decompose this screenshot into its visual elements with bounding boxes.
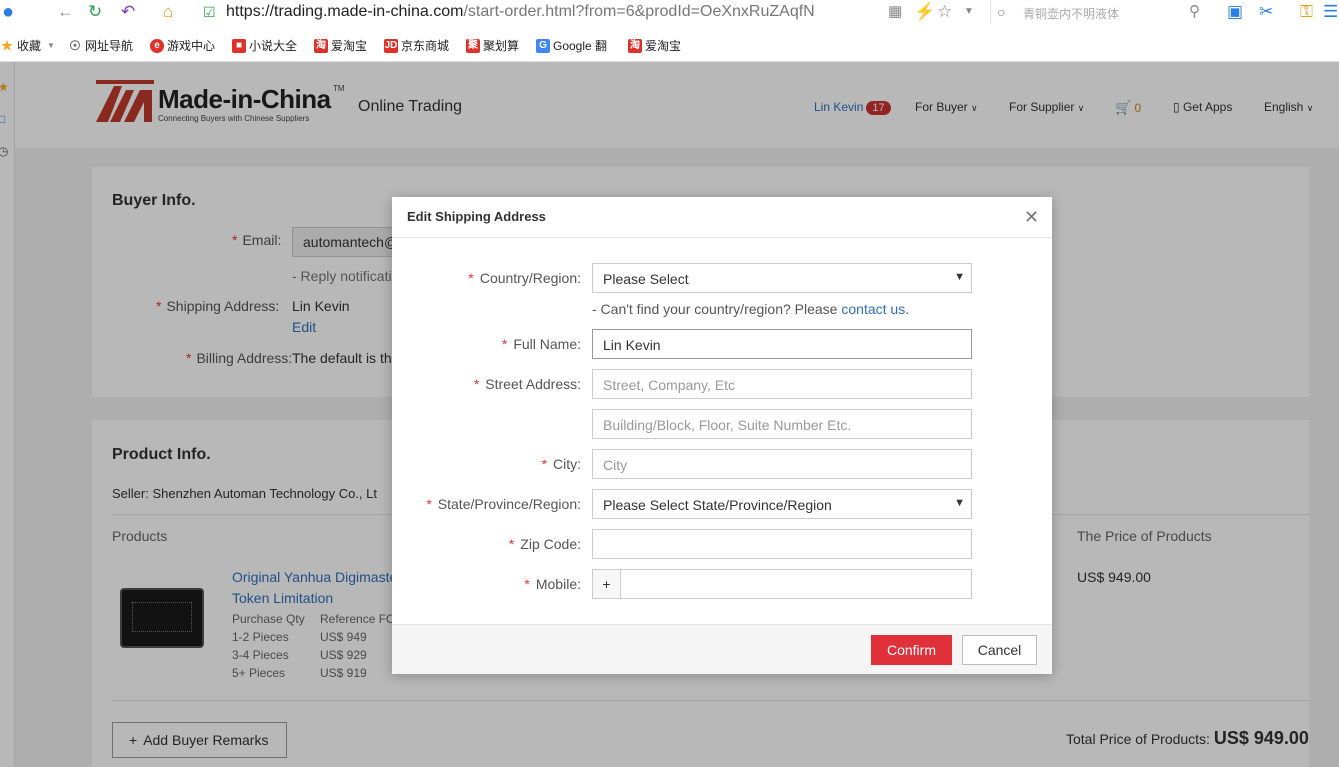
bookmarks-bar: ★ 收藏 ▼ ☉ 网址导航 e 游戏中心 ■ 小说大全 淘爱淘宝 JD 京东商城 聚聚划算 …	[0, 32, 1339, 58]
bookmark-taobao[interactable]: 淘爱淘宝	[314, 37, 367, 54]
cancel-button[interactable]: Cancel	[962, 635, 1037, 665]
zip-code-label: * Zip Code:	[508, 536, 581, 552]
scissors-icon[interactable]: ✂	[1259, 2, 1273, 22]
star-icon[interactable]: ☆	[937, 2, 952, 22]
close-icon[interactable]: ✕	[1024, 207, 1039, 228]
taobao-icon: 淘	[628, 38, 642, 53]
country-code-prefix[interactable]: +	[593, 570, 621, 598]
bookmark-label: 爱淘宝	[645, 39, 682, 53]
url-path: /start-order.html?from=6&prodId=OeXnxRuZ…	[463, 3, 815, 20]
street-address-label: * Street Address:	[473, 376, 581, 392]
bookmark-favorites[interactable]: ★ 收藏 ▼	[0, 37, 55, 54]
browser-toolbar: ● ← ↻ ↶ ⌂ ☑ https://trading.made-in-chin…	[0, 0, 1339, 26]
bookmark-juhuasuan[interactable]: 聚聚划算	[466, 37, 519, 54]
country-value: Please Select	[603, 271, 689, 287]
divider	[392, 237, 1052, 238]
country-label: * Country/Region:	[468, 270, 581, 286]
bookmark-games[interactable]: e 游戏中心	[150, 37, 215, 54]
browser-search-box[interactable]: ○ 青铜壶内不明液体 ⚲	[990, 0, 1212, 24]
extension-icon[interactable]: ▣	[1227, 2, 1243, 22]
star-icon: ★	[1, 37, 13, 53]
full-name-label: * Full Name:	[501, 336, 581, 352]
bookmark-label: Google 翻	[553, 39, 608, 53]
mobile-input[interactable]: +	[592, 569, 972, 599]
bookmark-label: 小说大全	[249, 39, 298, 53]
dialog-footer	[392, 624, 1052, 674]
bookmark-nav[interactable]: ☉ 网址导航	[68, 37, 133, 54]
bookmark-label: 聚划算	[483, 39, 520, 53]
street-address-input[interactable]: Street, Company, Etc	[592, 369, 972, 399]
country-select[interactable]: Please Select ▼	[592, 263, 972, 293]
globe-icon: ☉	[69, 37, 81, 53]
chevron-down-icon[interactable]: ▼	[964, 2, 974, 22]
dialog-title: Edit Shipping Address	[407, 209, 546, 224]
mobile-label: * Mobile:	[524, 576, 581, 592]
back-icon[interactable]: ←	[57, 2, 74, 22]
undo-icon[interactable]: ↶	[121, 2, 135, 22]
bookmark-label: 爱淘宝	[331, 39, 368, 53]
key-icon[interactable]: ⚿	[1300, 2, 1313, 22]
bookmark-label: 网址导航	[85, 39, 134, 53]
juhuasuan-icon: 聚	[466, 38, 480, 53]
address-bar[interactable]: https://trading.made-in-china.com/start-…	[226, 3, 815, 21]
bookmark-google-translate[interactable]: G Google 翻	[536, 37, 607, 54]
qr-icon[interactable]: ▦	[888, 2, 902, 22]
home-icon[interactable]: ⌂	[163, 2, 173, 22]
browser-chrome: ● ← ↻ ↶ ⌂ ☑ https://trading.made-in-chin…	[0, 0, 1339, 62]
bookmark-label: 收藏	[17, 39, 42, 53]
state-label: * State/Province/Region:	[426, 496, 581, 512]
search-icon[interactable]: ⚲	[1189, 2, 1200, 22]
zip-code-input[interactable]	[592, 529, 972, 559]
bookmark-jd[interactable]: JD 京东商城	[384, 37, 449, 54]
confirm-button[interactable]: Confirm	[871, 635, 952, 665]
game-icon: e	[150, 38, 164, 53]
country-hint: - Can't find your country/region? Please…	[592, 301, 910, 317]
bookmark-label: 京东商城	[401, 39, 450, 53]
browser-logo-icon: ●	[2, 1, 15, 23]
dropdown-arrow-icon: ▼	[954, 497, 965, 509]
state-value: Please Select State/Province/Region	[603, 497, 832, 513]
city-label: * City:	[541, 456, 581, 472]
search-placeholder: 青铜壶内不明液体	[1023, 7, 1120, 21]
dropdown-arrow-icon: ▼	[954, 271, 965, 283]
menu-icon[interactable]: ☰	[1323, 2, 1338, 22]
bookmark-novels[interactable]: ■ 小说大全	[232, 37, 297, 54]
bookmark-taobao-2[interactable]: 淘爱淘宝	[628, 37, 681, 54]
lightning-icon[interactable]: ⚡	[914, 2, 935, 22]
street-address-2-input[interactable]: Building/Block, Floor, Suite Number Etc.	[592, 409, 972, 439]
url-host: https://trading.made-in-china.com	[226, 3, 464, 20]
chevron-down-icon: ▼	[47, 41, 55, 50]
city-input[interactable]: City	[592, 449, 972, 479]
secure-shield-icon: ☑	[203, 4, 216, 20]
google-translate-icon: G	[536, 38, 550, 53]
book-icon: ■	[232, 38, 246, 53]
edit-shipping-address-dialog: Edit Shipping Address ✕ * Country/Region:…	[392, 197, 1052, 674]
jd-icon: JD	[384, 38, 398, 53]
contact-us-link[interactable]: contact us	[841, 301, 905, 317]
refresh-icon[interactable]: ↻	[88, 2, 102, 22]
sogou-icon: ○	[997, 4, 1006, 20]
taobao-icon: 淘	[314, 38, 328, 53]
bookmark-label: 游戏中心	[167, 39, 216, 53]
state-select[interactable]: Please Select State/Province/Region ▼	[592, 489, 972, 519]
full-name-input[interactable]: Lin Kevin	[592, 329, 972, 359]
